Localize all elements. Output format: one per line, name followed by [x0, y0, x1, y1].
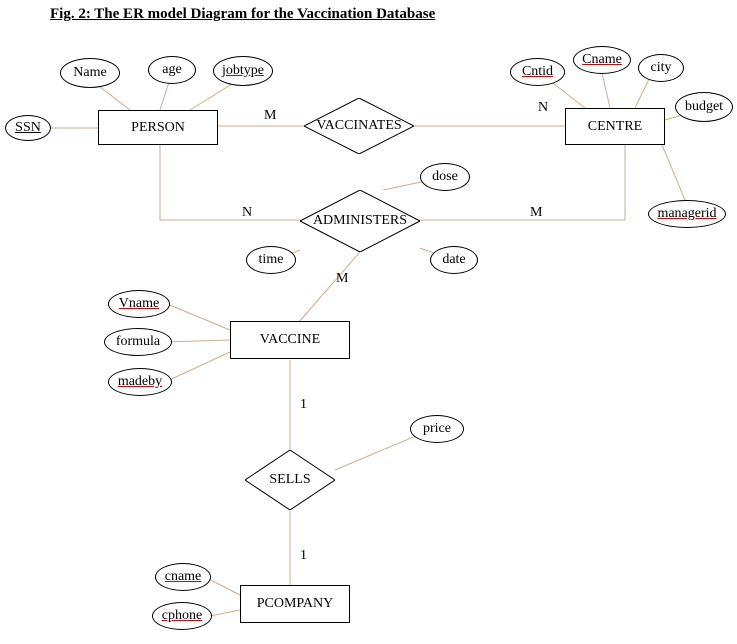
attr-ssn-label: SSN	[15, 120, 41, 136]
relation-administers: ADMINISTERS	[300, 190, 420, 252]
relation-sells: SELLS	[245, 450, 335, 510]
card-vaccine-sells: 1	[300, 397, 307, 413]
relation-sells-label: SELLS	[245, 450, 335, 510]
attr-formula-label: formula	[116, 334, 160, 350]
entity-pcompany-label: PCOMPANY	[257, 596, 334, 612]
attr-time-label: time	[259, 252, 284, 268]
attr-price-label: price	[423, 421, 451, 437]
entity-centre-label: CENTRE	[588, 119, 642, 135]
attr-cname-centre-label: Cname	[582, 52, 622, 68]
attr-budget-label: budget	[685, 99, 723, 115]
entity-centre: CENTRE	[565, 108, 665, 145]
attr-dose: dose	[420, 163, 470, 191]
card-person-administers: N	[242, 205, 252, 221]
attr-name-label: Name	[73, 65, 106, 81]
entity-person-label: PERSON	[131, 120, 185, 136]
attr-price: price	[410, 415, 464, 443]
attr-city: city	[638, 54, 684, 82]
attr-jobtype-label: jobtype	[222, 63, 264, 79]
entity-vaccine: VACCINE	[230, 321, 350, 359]
attr-cname-pc-label: cname	[165, 569, 202, 585]
card-vaccine-administers: M	[336, 271, 348, 287]
attr-cname-centre: Cname	[573, 46, 631, 74]
relation-vaccinates: VACCINATES	[304, 98, 414, 154]
attr-time: time	[246, 246, 296, 274]
attr-dose-label: dose	[432, 169, 458, 185]
entity-person: PERSON	[98, 110, 218, 145]
attr-cntid-label: Cntid	[522, 64, 553, 80]
relation-vaccinates-label: VACCINATES	[304, 98, 414, 154]
entity-vaccine-label: VACCINE	[260, 332, 320, 348]
attr-age-label: age	[162, 62, 181, 78]
attr-managerid: managerid	[648, 200, 726, 228]
card-centre-vaccinates: N	[538, 100, 548, 116]
card-centre-administers: M	[530, 205, 542, 221]
card-pcompany-sells: 1	[300, 548, 307, 564]
attr-date-label: date	[442, 252, 465, 268]
attr-city-label: city	[651, 60, 672, 76]
attr-name: Name	[60, 58, 120, 88]
attr-cntid: Cntid	[510, 58, 565, 86]
relation-administers-label: ADMINISTERS	[300, 190, 420, 252]
er-diagram-canvas: Fig. 2: The ER model Diagram for the Vac…	[0, 0, 737, 644]
attr-ssn: SSN	[5, 115, 51, 141]
card-person-vaccinates: M	[264, 108, 276, 124]
connector-lines	[0, 0, 737, 644]
attr-madeby-label: madeby	[118, 374, 162, 390]
attr-jobtype: jobtype	[213, 56, 273, 86]
attr-vname-label: Vname	[119, 296, 159, 312]
attr-cphone-label: cphone	[162, 608, 202, 624]
entity-pcompany: PCOMPANY	[240, 585, 350, 623]
attr-date: date	[430, 246, 478, 274]
figure-title: Fig. 2: The ER model Diagram for the Vac…	[50, 6, 435, 23]
attr-formula: formula	[104, 328, 172, 356]
attr-age: age	[148, 56, 196, 84]
attr-managerid-label: managerid	[657, 206, 716, 222]
attr-vname: Vname	[108, 290, 170, 318]
attr-cphone: cphone	[152, 602, 212, 630]
attr-cname-pc: cname	[155, 563, 211, 591]
attr-madeby: madeby	[108, 368, 172, 396]
attr-budget: budget	[675, 92, 733, 122]
